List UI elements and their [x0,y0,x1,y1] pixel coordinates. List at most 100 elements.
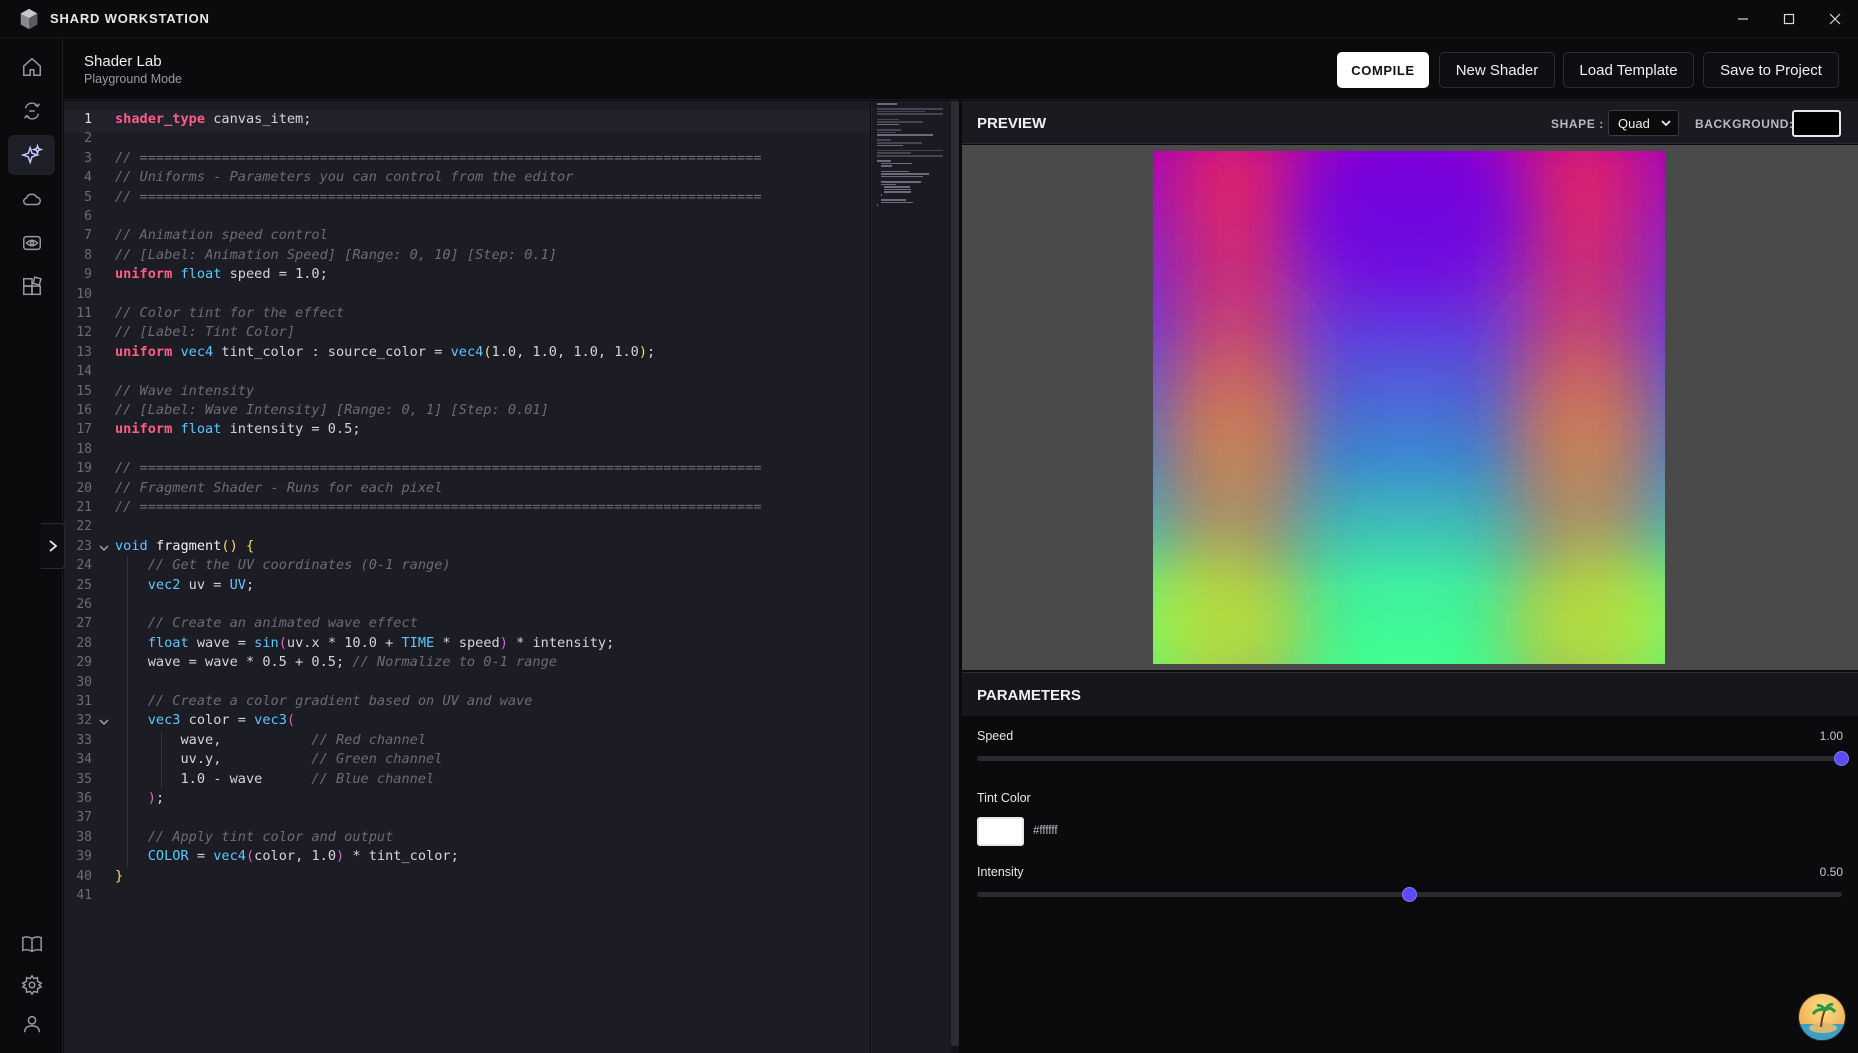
line-number: 1 [84,112,92,127]
code-line: // =====================================… [115,149,762,166]
rail-cloud-button[interactable] [8,179,55,219]
preview-quad [1153,151,1665,664]
rail-transform-button[interactable] [8,91,55,131]
line-number: 37 [76,810,92,826]
book-icon [21,936,42,953]
rail-extensions-button[interactable] [8,267,55,307]
code-line: // [Label: Animation Speed] [Range: 0, 1… [115,246,557,263]
line-number: 32 [76,713,92,729]
save-to-project-button[interactable]: Save to Project [1703,52,1839,88]
line-number: 21 [76,500,92,515]
tint-color-label: Tint Color [977,791,1031,805]
minimap-line [877,131,896,134]
rail-settings-button[interactable] [8,965,55,1005]
fold-chevron-icon[interactable] [98,542,110,554]
preview-viewport[interactable] [962,145,1858,670]
minimap-line [877,152,911,154]
background-color-swatch[interactable] [1792,110,1841,137]
user-icon [23,1015,40,1033]
parameters-panel: Speed 1.00 Tint Color #ffffff Intensity … [962,716,1858,1053]
minimap-line [877,149,943,152]
speed-slider-thumb[interactable] [1834,751,1849,766]
page-header: Shader Lab Playground Mode COMPILE New S… [64,38,1858,100]
rail-home-button[interactable] [8,47,55,87]
line-number: 33 [76,732,92,748]
home-icon [22,57,41,76]
editor-scrollbar-thumb[interactable] [951,101,959,1046]
line-number: 31 [76,694,92,709]
page-subtitle: Playground Mode [84,72,182,86]
rail-preview-button[interactable] [8,223,55,263]
maximize-icon [1783,13,1795,25]
app-logo-icon [20,8,38,29]
close-button[interactable] [1812,0,1858,38]
line-number: 12 [76,325,92,341]
line-number: 19 [76,461,92,477]
shader-render [1153,151,1665,664]
shape-select[interactable]: Quad [1608,110,1679,136]
page-title: Shader Lab [84,53,162,70]
line-number: 36 [76,791,92,806]
speed-slider-track[interactable] [977,756,1842,761]
assistant-avatar-button[interactable] [1798,993,1846,1041]
extensions-icon [22,276,42,296]
code-line: wave = wave * 0.5 + 0.5; // Normalize to… [115,654,557,671]
code-minimap[interactable] [871,101,951,1053]
minimap-line [880,194,883,196]
line-number: 7 [84,228,92,244]
rail-shader-lab-button[interactable] [8,135,55,175]
parameters-header: PARAMETERS [962,672,1858,716]
compile-button[interactable]: COMPILE [1337,52,1429,88]
minimap-line [877,134,934,136]
background-label: BACKGROUND: [1695,117,1794,131]
speed-value: 1.00 [1819,729,1843,743]
line-number: 30 [76,674,92,690]
minimap-line [877,103,898,105]
shape-label: SHAPE : [1551,117,1604,131]
rail-docs-button[interactable] [8,924,55,964]
cloud-icon [22,193,41,206]
line-number: 23 [76,538,92,554]
close-icon [1829,13,1841,25]
code-editor[interactable]: 1 shader_type canvas_item; 2 3// ==========… [64,101,870,1053]
line-number: 39 [76,849,92,865]
line-number: 27 [76,616,92,632]
tint-color-swatch[interactable] [977,817,1024,846]
minimap-line [880,183,896,186]
code-line: } [115,867,124,884]
fold-chevron-icon[interactable] [98,716,110,728]
chevron-right-icon [48,540,57,552]
rail-account-button[interactable] [8,1004,55,1044]
minimap-line [877,139,892,141]
code-line: // Fragment Shader - Runs for each pixel [115,479,443,496]
minimize-button[interactable] [1720,0,1766,38]
line-number: 17 [76,422,92,438]
line-number: 18 [76,441,92,457]
load-template-button[interactable]: Load Template [1563,52,1694,88]
code-line: uv.y, // Green channel [115,751,443,768]
minimap-line [877,129,901,131]
preview-title: PREVIEW [977,115,1047,132]
intensity-slider-thumb[interactable] [1401,887,1417,902]
code-line: uniform vec4 tint_color : source_color =… [115,343,656,360]
minimap-line [880,162,913,165]
minimap-line [877,155,943,157]
new-shader-button[interactable]: New Shader [1439,52,1555,88]
minimap-line [880,165,892,167]
code-line: uniform float speed = 1.0; [115,266,328,283]
minimap-line [877,108,943,110]
line-number: 26 [76,597,92,612]
sidebar-expand-button[interactable] [41,523,65,569]
minimap-line [877,113,943,115]
minimap-line [877,160,892,162]
line-number: 41 [76,888,92,903]
line-number: 38 [76,829,92,845]
line-number: 3 [84,150,92,166]
minimap-line [877,204,878,206]
eye-icon [22,235,41,251]
line-number: 8 [84,247,92,263]
minimap-line [877,144,903,147]
maximize-button[interactable] [1766,0,1812,38]
app-title: SHARD WORKSTATION [50,11,210,26]
code-line: // [Label: Tint Color] [115,324,296,341]
